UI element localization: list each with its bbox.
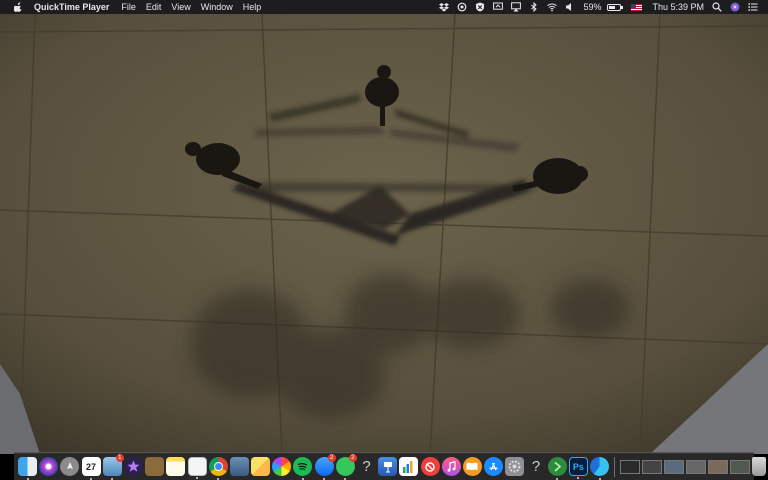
messenger-icon[interactable]: 2 [314,454,336,480]
messages-icon[interactable]: 2 [335,454,357,480]
volume-icon[interactable] [565,2,575,12]
apple-icon[interactable] [12,0,24,14]
menu-bar: QuickTime Player File Edit View Window H… [0,0,768,14]
messages-badge: 2 [348,454,357,462]
sticky-notes-icon[interactable] [251,457,271,476]
dock-separator [614,456,616,477]
minimized-window-6[interactable] [730,459,751,474]
photos-icon[interactable] [272,457,292,476]
finder-icon[interactable] [18,457,37,480]
calendar-day: 27 [86,461,97,472]
android-file-transfer-icon[interactable] [547,457,567,480]
messenger-badge: 2 [327,454,336,462]
minimized-window-4[interactable] [686,459,707,474]
menu-clock[interactable]: Thu 5:39 PM [652,0,704,14]
system-preferences-icon[interactable] [505,457,525,476]
preview-icon[interactable]: 1 [102,454,124,480]
dock: 27 1 2 2 ? ? Ps [14,452,767,480]
bluetooth-icon[interactable] [529,2,539,12]
spotify-icon[interactable] [293,457,313,480]
battery-percent[interactable]: 59% [583,0,601,14]
app-store-icon[interactable] [484,457,504,476]
video-image [0,14,768,454]
music-icon[interactable] [441,457,461,476]
imovie-icon[interactable] [123,457,143,476]
siri-icon[interactable] [39,457,59,476]
photoshop-icon[interactable]: Ps [568,457,588,479]
launchpad-icon[interactable] [60,457,80,476]
books-icon[interactable] [462,457,482,476]
menu-help[interactable]: Help [243,0,270,14]
screen-sharing-icon[interactable] [493,2,504,12]
keynote-icon[interactable] [378,457,398,476]
video-frame[interactable] [0,14,768,454]
edge-icon[interactable] [590,457,610,480]
news-icon[interactable] [420,457,440,476]
spotlight-search-icon[interactable] [712,2,722,12]
menu-app-name[interactable]: QuickTime Player [34,0,117,14]
wifi-icon[interactable] [547,2,558,12]
desktop: QuickTime Player File Edit View Window H… [0,0,768,480]
calendar-icon[interactable]: 27 [81,457,101,480]
menu-view[interactable]: View [171,0,198,14]
airplay-icon[interactable] [511,2,522,12]
trash-icon[interactable] [752,457,767,476]
menu-window[interactable]: Window [201,0,241,14]
menu-edit[interactable]: Edit [146,0,170,14]
archive-utility-icon[interactable] [145,457,165,476]
help-icon[interactable]: ? [357,457,376,476]
dropbox-icon[interactable] [439,2,450,12]
minimized-window-1[interactable] [620,459,641,474]
menu-file[interactable]: File [121,0,144,14]
battery-icon[interactable] [607,3,624,11]
siri-menu-icon[interactable] [730,2,740,12]
preview-badge: 1 [115,454,124,462]
minimized-window-2[interactable] [642,459,663,474]
shield-icon[interactable] [475,2,485,12]
minimized-window-3[interactable] [664,459,685,474]
sync-icon[interactable] [457,2,467,12]
textedit-icon[interactable] [187,457,207,479]
input-source-flag-icon[interactable] [631,3,643,11]
chrome-icon[interactable] [208,457,228,480]
help-icon-2[interactable]: ? [527,457,546,476]
image-capture-icon[interactable] [229,457,249,476]
numbers-icon[interactable] [399,457,419,476]
notification-center-icon[interactable] [748,2,758,12]
photoshop-label: Ps [572,461,584,472]
minimized-window-5[interactable] [708,459,729,474]
notes-icon[interactable] [166,457,186,476]
